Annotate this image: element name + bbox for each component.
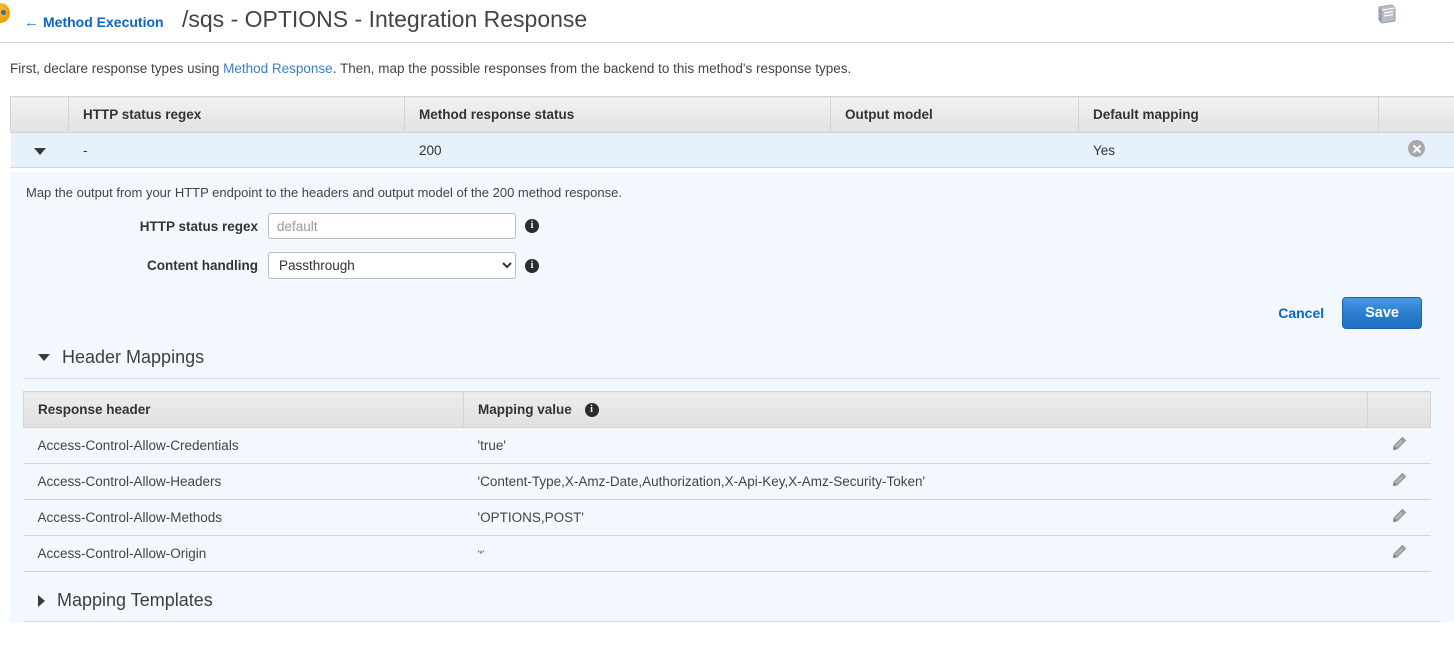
chevron-down-icon [38,354,50,361]
intro-text: First, declare response types using Meth… [10,61,851,76]
column-header-method-response-status: Method response status [404,96,831,133]
cell-response-header: Access-Control-Allow-Headers [23,463,464,501]
cell-edit [1367,427,1431,465]
cell-edit [1367,463,1431,501]
detail-description: Map the output from your HTTP endpoint t… [26,185,622,200]
form-row-http-status-regex: HTTP status regex i [10,213,1454,239]
back-arrow-icon: ← [24,14,39,31]
cell-mapping-value: '*' [463,535,1368,573]
intro-text-before: First, declare response types using [10,61,224,76]
column-header-http-status-regex: HTTP status regex [68,96,405,133]
cell-mapping-value: 'Content-Type,X-Amz-Date,Authorization,X… [463,463,1368,501]
column-header-output-model: Output model [830,96,1079,133]
intro-text-after: . Then, map the possible responses from … [332,61,852,76]
header-mappings-toggle[interactable]: Header Mappings [26,329,1438,378]
header-mappings-title: Header Mappings [62,347,205,367]
pencil-icon[interactable] [1391,544,1407,560]
pencil-icon[interactable] [1391,436,1407,452]
pencil-icon[interactable] [1391,508,1407,524]
page-title: /sqs - OPTIONS - Integration Response [182,6,588,32]
cell-http-status-regex: - [68,132,405,168]
mapping-templates-section: Mapping Templates [10,572,1454,621]
mapping-templates-divider [23,621,1441,623]
row-expand-toggle[interactable] [10,132,69,168]
integration-response-page: ← Method Execution /sqs - OPTIONS - Integ… [0,0,1454,648]
column-header-expand [10,96,69,133]
content-handling-select[interactable]: Passthrough [268,252,516,279]
cell-default-mapping: Yes [1078,132,1379,168]
save-button[interactable]: Save [1342,297,1422,329]
cell-method-response-status: 200 [404,132,831,168]
cell-mapping-value: 'true' [463,427,1368,465]
cell-response-header: Access-Control-Allow-Credentials [23,427,464,465]
cell-edit [1367,499,1431,537]
column-header-mapping-value-label: Mapping value [478,402,572,417]
cell-actions [1378,132,1454,168]
column-header-default-mapping: Default mapping [1078,96,1379,133]
header-mappings-divider [23,378,1441,379]
mapping-templates-toggle[interactable]: Mapping Templates [26,572,1438,621]
table-row: Access-Control-Allow-Origin '*' [23,535,1431,573]
back-link-label: Method Execution [43,14,164,30]
cell-response-header: Access-Control-Allow-Origin [23,535,464,573]
label-content-handling: Content handling [147,258,258,273]
header-mappings-table: Response header Mapping value i Access-C… [23,390,1431,573]
info-icon[interactable]: i [525,219,539,233]
detail-actions: Cancel Save [10,279,1454,329]
form-row-content-handling: Content handling Passthrough i [10,252,1454,279]
table-row: - 200 Yes [10,132,1454,168]
table-header-row: HTTP status regex Method response status… [10,96,1454,133]
http-status-regex-input[interactable] [268,213,516,239]
mapping-templates-title: Mapping Templates [57,590,213,611]
orange-status-dot [0,3,10,23]
chevron-right-icon [38,594,45,607]
column-header-response-header: Response header [23,390,464,429]
cell-response-header: Access-Control-Allow-Methods [23,499,464,537]
documentation-book-icon[interactable] [1375,4,1399,26]
label-http-status-regex: HTTP status regex [139,218,258,234]
chevron-down-icon [33,147,46,155]
integration-responses-table: HTTP status regex Method response status… [10,96,1454,168]
remove-circle-icon[interactable] [1408,140,1426,157]
page-header: ← Method Execution /sqs - OPTIONS - Integ… [0,0,1454,43]
cancel-button[interactable]: Cancel [1278,305,1324,321]
back-to-method-execution-link[interactable]: ← Method Execution [24,14,164,31]
integration-response-detail-panel: Map the output from your HTTP endpoint t… [10,172,1454,623]
column-header-edit [1367,390,1431,429]
table-header-row: Response header Mapping value i [23,390,1431,429]
cell-edit [1367,535,1431,573]
info-icon[interactable]: i [525,258,539,273]
info-icon[interactable]: i [584,403,599,418]
header-mappings-section: Header Mappings [10,329,1454,378]
pencil-icon[interactable] [1391,472,1407,488]
table-row: Access-Control-Allow-Methods 'OPTIONS,PO… [23,499,1431,537]
cell-mapping-value: 'OPTIONS,POST' [463,499,1368,537]
column-header-actions [1378,96,1454,133]
method-response-link[interactable]: Method Response [223,61,333,76]
table-row: Access-Control-Allow-Headers 'Content-Ty… [23,463,1431,501]
column-header-mapping-value: Mapping value i [463,390,1368,429]
cell-output-model [830,132,1079,168]
table-row: Access-Control-Allow-Credentials 'true' [23,427,1431,465]
